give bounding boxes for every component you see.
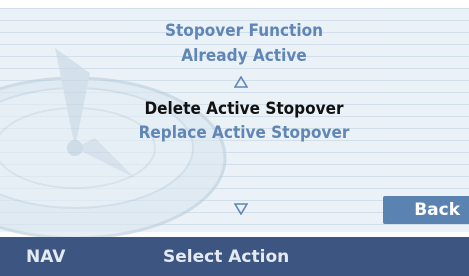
menu-header-line2: Already Active bbox=[181, 46, 307, 66]
down-triangle-icon[interactable] bbox=[234, 203, 248, 215]
up-triangle-icon[interactable] bbox=[234, 76, 248, 88]
mode-label[interactable]: NAV bbox=[26, 246, 65, 268]
navigation-screen: Stopover Function Already Active Delete … bbox=[0, 0, 469, 276]
status-bar: NAV Select Action bbox=[0, 237, 469, 276]
menu-item-delete-stopover[interactable]: Delete Active Stopover bbox=[118, 99, 370, 119]
screen-title: Select Action bbox=[163, 247, 290, 267]
back-button[interactable]: Back bbox=[383, 196, 469, 224]
top-strip bbox=[0, 0, 469, 8]
menu-header-line1: Stopover Function bbox=[164, 21, 324, 41]
menu-item-replace-stopover[interactable]: Replace Active Stopover bbox=[118, 123, 370, 143]
